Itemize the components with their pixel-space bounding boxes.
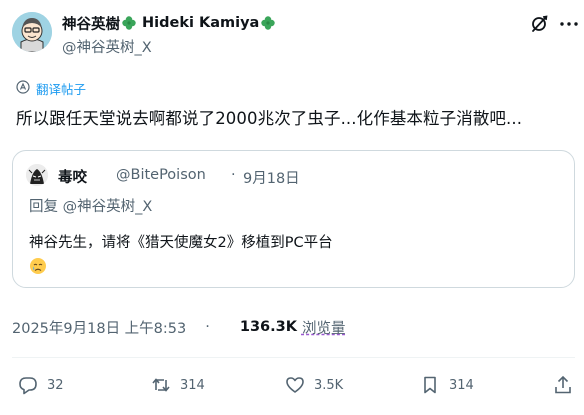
quoted-reply-to: 回复 @神谷英树_X [29,199,153,215]
quoted-author-name[interactable]: 毒咬 [58,166,87,187]
more-icon[interactable] [560,14,578,34]
quoted-author-avatar[interactable] [26,164,48,186]
like-icon [285,375,305,395]
quoted-post[interactable]: 毒咬 @BitePoison · 9月18日 回复 @神谷英树_X 神谷先生，请… [12,150,575,288]
translate-post-label: 翻译帖子 [36,81,87,97]
share-icon [553,375,573,395]
quoted-post-text: 神谷先生，请将《猎天使魔女2》移植到PC平台 [29,235,333,251]
like-count: 3.5K [314,377,344,393]
like-button[interactable]: 3.5K [285,371,343,399]
action-bar: 32 314 3.5K 314 [0,371,584,399]
repost-icon [151,375,171,395]
quoted-post-date[interactable]: 9月18日 [243,167,300,188]
clover-icon [260,15,276,31]
reply-icon [18,375,38,395]
crying-face-emoji [29,257,47,275]
translate-post-link[interactable]: 翻译帖子 [16,79,86,97]
author-display-name-en: Hideki Kamiya [142,15,260,31]
divider [12,357,575,358]
post-text: 所以跟任天堂说去啊都说了2000兆次了虫子...化作基本粒子消散吧... [16,109,523,128]
post-detail: 神谷英樹 Hideki Kamiya @神谷英树_X 翻译帖子 所以跟任天堂说去… [0,0,584,415]
bookmark-count: 314 [449,377,474,393]
author-display-name: 神谷英樹 [62,16,120,33]
post-meta: 2025年9月18日 上午8:53 · 136.3K 浏览量 [12,317,345,337]
bookmark-icon [420,375,440,395]
bookmark-button[interactable]: 314 [420,371,474,399]
quoted-separator-dot: · [231,167,236,183]
reply-button[interactable]: 32 [18,371,64,399]
repost-count: 314 [180,377,205,393]
share-button[interactable] [553,371,573,399]
views-label[interactable]: 浏览量 [302,317,346,338]
author-handle[interactable]: @神谷英树_X [62,36,152,57]
reply-count: 32 [47,377,64,393]
post-timestamp[interactable]: 2025年9月18日 上午8:53 [12,317,186,338]
meta-separator-dot: · [205,319,210,335]
repost-button[interactable]: 314 [151,371,205,399]
author-name[interactable]: 神谷英樹 Hideki Kamiya [62,13,278,33]
quoted-author-handle[interactable]: @BitePoison [116,167,206,183]
author-avatar[interactable] [12,12,52,52]
views-count: 136.3K [239,319,297,335]
translate-icon [16,79,30,98]
clover-icon [121,15,137,31]
grok-icon[interactable] [530,14,550,34]
